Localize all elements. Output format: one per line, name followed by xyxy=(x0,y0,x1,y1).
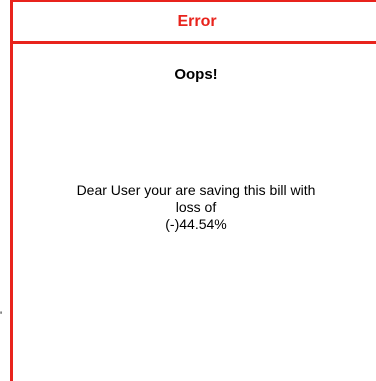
dialog-title: Error xyxy=(177,12,217,30)
error-dialog: Error Oops! Dear User your are saving th… xyxy=(10,0,376,381)
stray-tick-mark: ' xyxy=(0,310,3,322)
loss-percentage: (-)44.54% xyxy=(165,216,227,232)
message-line: Dear User your are saving this bill with xyxy=(76,182,316,198)
dialog-heading: Oops! xyxy=(174,66,218,83)
message-line: loss of xyxy=(175,199,217,215)
dialog-header: Error xyxy=(13,2,376,44)
dialog-message: Dear User your are saving this bill with… xyxy=(13,182,376,233)
